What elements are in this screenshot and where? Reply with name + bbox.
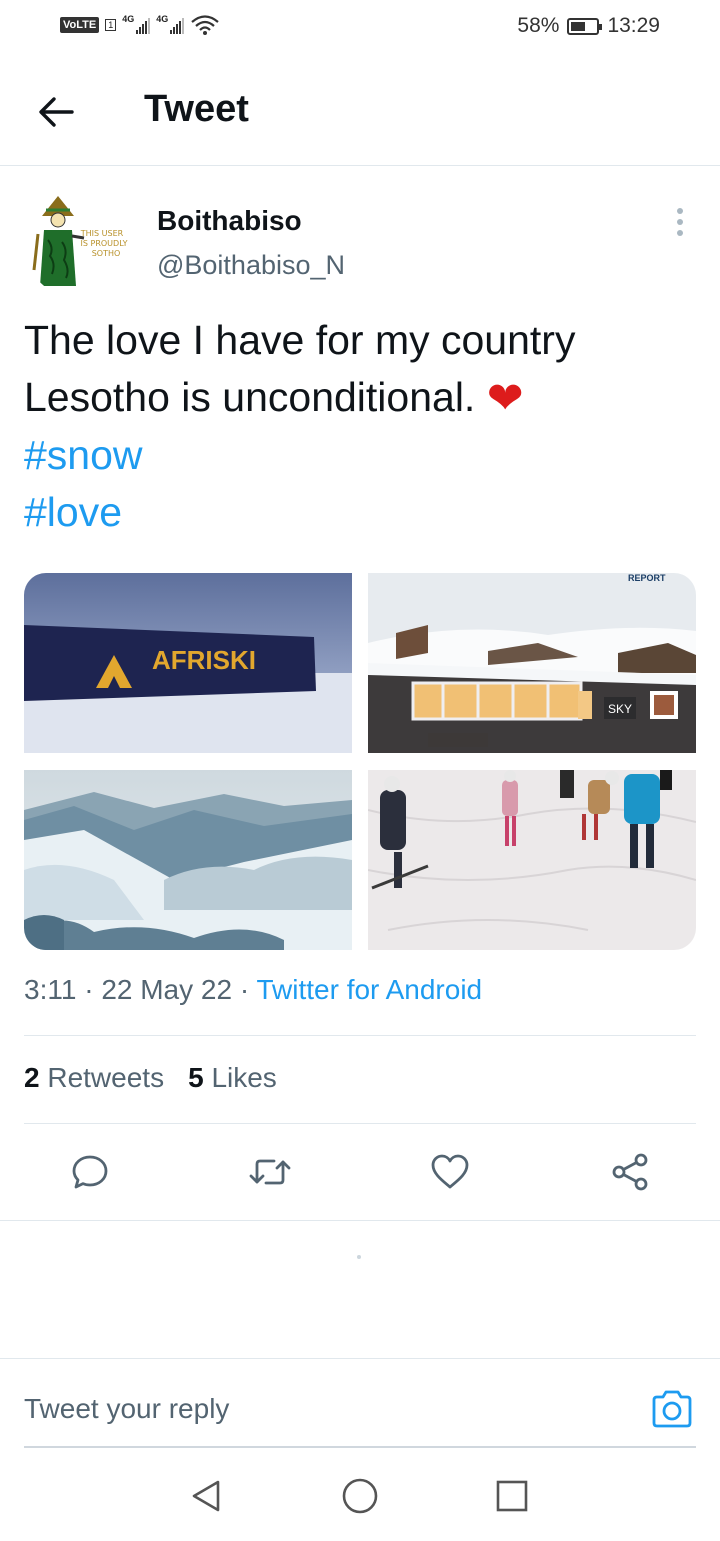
signal-icon: 4G <box>122 14 151 34</box>
tweet-text-line-2: Lesotho is unconditional. <box>24 374 476 420</box>
heart-emoji: ❤ <box>486 374 524 423</box>
hashtag-link[interactable]: #love <box>24 484 696 541</box>
system-nav-bar <box>0 1452 720 1541</box>
afriski-sign-text: AFRISKI <box>152 645 256 675</box>
meta-separator: · <box>239 974 250 1005</box>
battery-percent: 58% <box>517 14 560 37</box>
avatar-text: SOTHO <box>92 249 121 258</box>
share-icon <box>612 1153 648 1191</box>
like-icon <box>431 1154 469 1189</box>
tweet-meta: 3:11 · 22 May 22 · Twitter for Android <box>24 974 482 1006</box>
status-left: VoLTE 1 4G 4G <box>60 14 220 36</box>
sim-number: 1 <box>105 19 117 31</box>
retweets-label: Retweets <box>47 1062 165 1093</box>
tweet-text-line: Lesotho is unconditional. ❤ <box>24 369 696 427</box>
tweet-text-line: The love I have for my country <box>24 317 576 363</box>
divider <box>24 1035 696 1036</box>
dot <box>677 208 683 214</box>
tweet-text: The love I have for my country Lesotho i… <box>24 312 696 541</box>
dot <box>677 219 683 225</box>
retweet-icon <box>249 1159 291 1185</box>
signal-icon: 4G <box>156 14 185 34</box>
reply-bar: Tweet your reply <box>0 1358 720 1448</box>
likes-label: Likes <box>211 1062 277 1093</box>
retweets-count: 2 <box>24 1062 40 1093</box>
like-button[interactable] <box>428 1150 472 1194</box>
watermark-text: REPORT <box>628 573 666 583</box>
media-image-afriski[interactable]: AFRISKI <box>24 573 352 753</box>
meta-separator: · <box>84 974 94 1005</box>
avatar-text: THIS USER <box>80 229 124 238</box>
app-header: Tweet <box>0 56 720 166</box>
reply-button[interactable] <box>68 1150 112 1194</box>
tweet-time: 3:11 <box>24 974 77 1005</box>
avatar-image: THIS USER IS PROUDLY SOTHO <box>24 190 132 298</box>
more-options-button[interactable] <box>664 202 696 242</box>
divider <box>24 1123 696 1124</box>
loading-dot <box>357 1255 361 1259</box>
author-handle[interactable]: @Boithabiso_N <box>157 250 345 281</box>
wifi-icon <box>191 15 219 35</box>
dot <box>677 230 683 236</box>
author-name[interactable]: Boithabiso <box>157 205 302 237</box>
network-type-label: 4G <box>122 14 135 24</box>
avatar[interactable]: THIS USER IS PROUDLY SOTHO <box>24 190 132 298</box>
arrow-left-icon <box>39 97 74 127</box>
retweets-stat[interactable]: 2 Retweets <box>24 1062 164 1094</box>
page-title: Tweet <box>144 88 249 130</box>
media-image-lodge[interactable]: SKY REPORT <box>368 573 696 753</box>
home-circle-icon <box>342 1478 378 1514</box>
back-button[interactable] <box>34 90 78 134</box>
section-divider <box>0 1220 720 1221</box>
clock: 13:29 <box>607 14 660 37</box>
tweet-source-link[interactable]: Twitter for Android <box>256 974 482 1005</box>
nav-recents-button[interactable] <box>490 1474 534 1518</box>
hashtag-link[interactable]: #snow <box>24 427 696 484</box>
camera-button[interactable] <box>648 1387 696 1431</box>
camera-icon <box>652 1390 692 1428</box>
reply-underline <box>24 1446 696 1448</box>
reply-icon <box>72 1155 108 1189</box>
reply-input[interactable]: Tweet your reply <box>24 1393 229 1425</box>
sky-sign-text: SKY <box>608 702 632 716</box>
status-bar: VoLTE 1 4G 4G 58% 13:29 <box>0 0 720 56</box>
tweet-stats: 2 Retweets 5 Likes <box>24 1062 277 1094</box>
nav-home-button[interactable] <box>338 1474 382 1518</box>
tweet-actions <box>0 1140 720 1204</box>
media-image-skiers[interactable] <box>368 770 696 950</box>
likes-stat[interactable]: 5 Likes <box>188 1062 277 1094</box>
status-right: 58% 13:29 <box>517 14 660 38</box>
back-triangle-icon <box>192 1480 220 1512</box>
nav-back-button[interactable] <box>184 1474 228 1518</box>
network-type-label: 4G <box>156 14 169 24</box>
recents-square-icon <box>496 1480 528 1512</box>
avatar-text: IS PROUDLY <box>81 239 128 248</box>
media-grid: AFRISKI SKY REPORT <box>24 573 696 950</box>
tweet-date: 22 May 22 <box>101 974 233 1005</box>
retweet-button[interactable] <box>248 1150 292 1194</box>
share-button[interactable] <box>608 1150 652 1194</box>
likes-count: 5 <box>188 1062 204 1093</box>
media-image-mountains[interactable] <box>24 770 352 950</box>
volte-badge: VoLTE <box>60 17 100 33</box>
battery-icon <box>567 17 603 35</box>
